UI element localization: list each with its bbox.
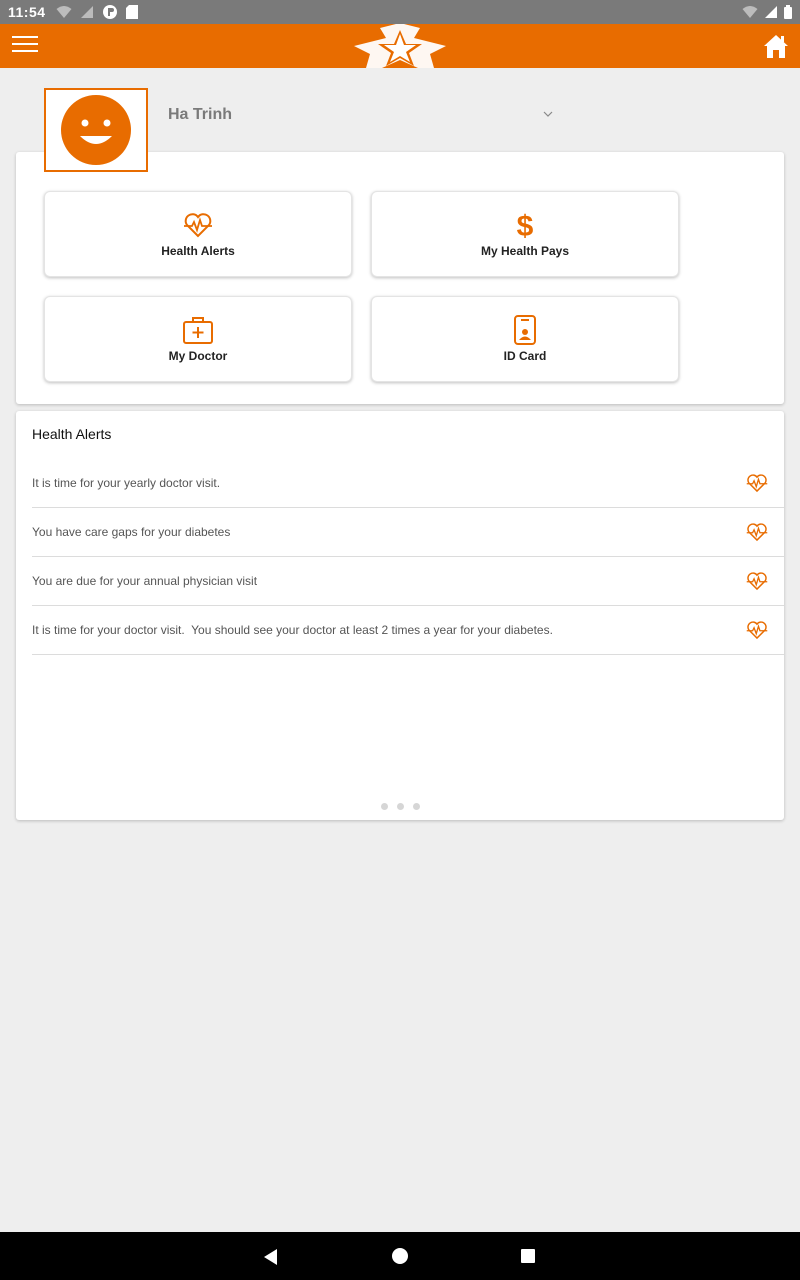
heartbeat-icon bbox=[746, 572, 768, 591]
list-item[interactable]: It is time for your yearly doctor visit. bbox=[32, 459, 784, 508]
hamburger-icon bbox=[12, 36, 38, 38]
signal-icon bbox=[80, 6, 93, 18]
heartbeat-icon bbox=[184, 213, 212, 238]
tile-my-health-pays[interactable]: $ My Health Pays bbox=[371, 191, 679, 277]
profile-row: Ha Trinh bbox=[0, 68, 800, 172]
tile-my-doctor[interactable]: My Doctor bbox=[44, 296, 352, 382]
smiley-face-icon bbox=[61, 95, 131, 165]
cell-signal-icon bbox=[765, 6, 777, 18]
hamburger-icon-line bbox=[12, 43, 38, 45]
alert-text: It is time for your doctor visit. You sh… bbox=[32, 623, 553, 637]
wifi-question-icon bbox=[56, 6, 72, 18]
dot bbox=[380, 803, 388, 810]
star-logo-icon bbox=[354, 24, 446, 68]
status-right-icons bbox=[742, 5, 792, 19]
sd-card-icon bbox=[125, 5, 138, 19]
chevron-down-icon[interactable] bbox=[540, 106, 556, 122]
alert-list: It is time for your yearly doctor visit.… bbox=[32, 459, 784, 655]
heartbeat-icon bbox=[746, 474, 768, 493]
quick-links-card: Health Alerts $ My Health Pays My Doctor bbox=[16, 152, 784, 404]
back-icon[interactable] bbox=[262, 1248, 280, 1266]
battery-icon bbox=[784, 5, 792, 19]
tile-label: My Health Pays bbox=[480, 244, 570, 258]
status-left-icons bbox=[56, 4, 138, 20]
menu-button[interactable] bbox=[12, 36, 38, 56]
tile-id-card[interactable]: ID Card bbox=[371, 296, 679, 382]
status-time: 11:54 bbox=[8, 4, 46, 20]
list-item[interactable]: You have care gaps for your diabetes bbox=[32, 508, 784, 557]
tile-label: ID Card bbox=[503, 349, 547, 363]
tile-label: Health Alerts bbox=[161, 244, 235, 258]
heartbeat-icon bbox=[746, 621, 768, 640]
home-button[interactable] bbox=[762, 32, 790, 60]
system-nav-bar bbox=[0, 1232, 800, 1280]
alerts-title: Health Alerts bbox=[32, 426, 112, 442]
dollar-icon: $ bbox=[517, 210, 534, 240]
status-bar: 11:54 bbox=[0, 0, 800, 24]
list-item[interactable]: You are due for your annual physician vi… bbox=[32, 557, 784, 606]
health-alerts-card: Health Alerts It is time for your yearly… bbox=[16, 411, 784, 820]
loading-dots bbox=[16, 803, 784, 810]
avatar[interactable] bbox=[44, 88, 148, 172]
hamburger-icon-line bbox=[12, 50, 38, 52]
svg-text:$: $ bbox=[517, 210, 534, 240]
wifi-icon bbox=[742, 6, 758, 18]
dot bbox=[396, 803, 404, 810]
alert-text: You are due for your annual physician vi… bbox=[32, 574, 258, 588]
heartbeat-icon bbox=[746, 523, 768, 542]
app-notification-icon bbox=[102, 5, 117, 19]
dot bbox=[412, 803, 420, 810]
tile-health-alerts[interactable]: Health Alerts bbox=[44, 191, 352, 277]
home-circle-icon[interactable] bbox=[392, 1248, 408, 1264]
app-bar bbox=[0, 24, 800, 68]
tile-label: My Doctor bbox=[168, 349, 228, 363]
id-card-icon bbox=[514, 315, 536, 345]
alert-text: You have care gaps for your diabetes bbox=[32, 525, 231, 539]
list-item[interactable]: It is time for your doctor visit. You sh… bbox=[32, 606, 784, 655]
recents-icon[interactable] bbox=[521, 1249, 535, 1263]
profile-name[interactable]: Ha Trinh bbox=[168, 106, 232, 124]
medical-kit-icon bbox=[183, 317, 213, 344]
alert-text: It is time for your yearly doctor visit. bbox=[32, 476, 221, 490]
